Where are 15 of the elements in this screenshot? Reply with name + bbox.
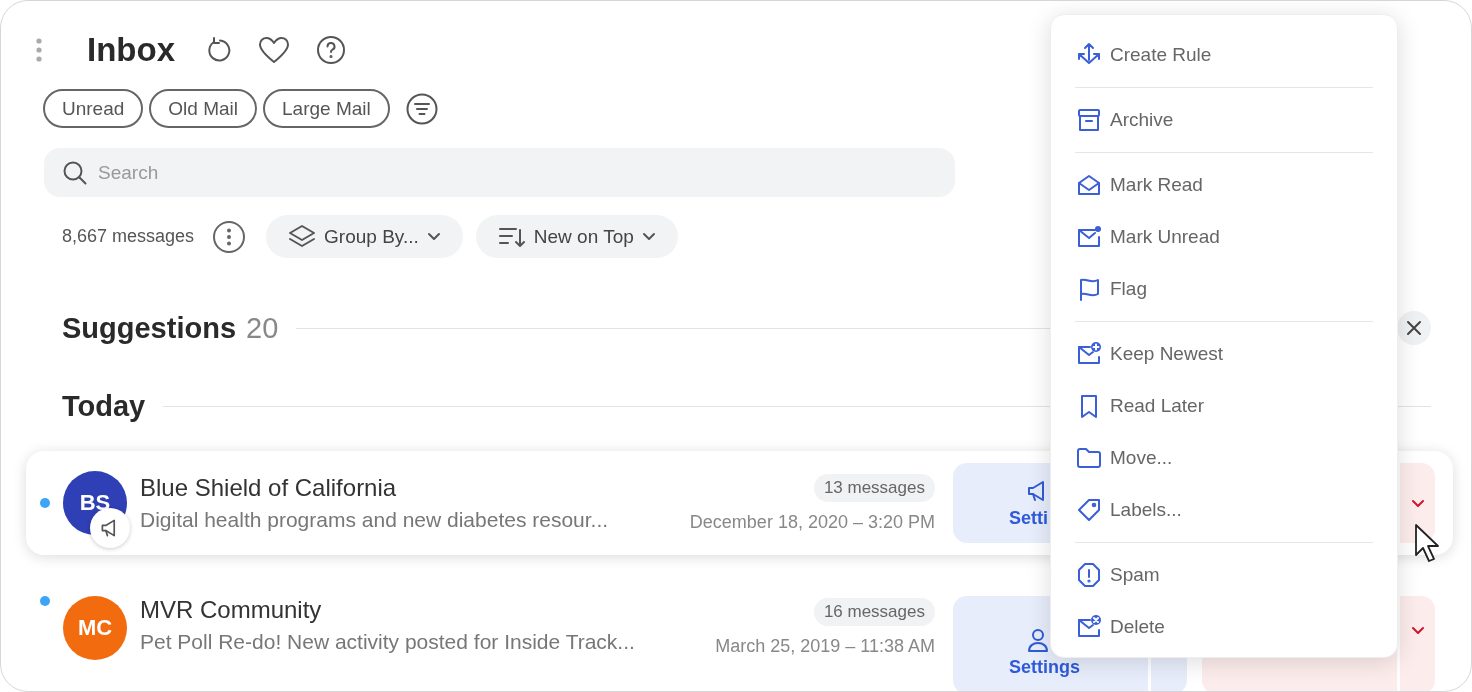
sender-name: Blue Shield of California [140, 474, 398, 502]
message-preview: Pet Poll Re-do! New activity posted for Inside Track... [140, 630, 636, 654]
message-count: 13 messages [813, 473, 935, 502]
section-count: 20 [246, 311, 279, 345]
message-count-label: 8,667 messages [62, 226, 195, 247]
message-date: March 25, 2019 – 11:38 AM [715, 636, 935, 657]
avatar-initials: MC [77, 615, 113, 641]
message-preview: Digital health programs and new diabetes resour... [140, 508, 610, 532]
message-date: December 18, 2020 – 3:20 PM [689, 511, 935, 533]
avatar-initials: BS [79, 490, 111, 516]
section-heading: Today [62, 389, 146, 423]
page-title: Inbox [87, 31, 175, 69]
section-heading: Suggestions [62, 311, 236, 345]
message-count: 16 messages [813, 598, 935, 626]
sender-name: MVR Community [140, 596, 323, 624]
